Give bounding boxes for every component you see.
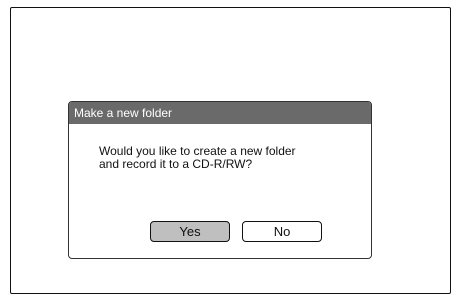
new-folder-dialog: Make a new folder Would you like to crea…: [68, 101, 372, 259]
dialog-message-line-2: and record it to a CD-R/RW?: [99, 157, 253, 171]
dialog-message: Would you like to create a new folder an…: [99, 145, 359, 171]
yes-button[interactable]: Yes: [150, 221, 230, 242]
dialog-title: Make a new folder: [69, 102, 371, 124]
no-button[interactable]: No: [242, 221, 322, 242]
